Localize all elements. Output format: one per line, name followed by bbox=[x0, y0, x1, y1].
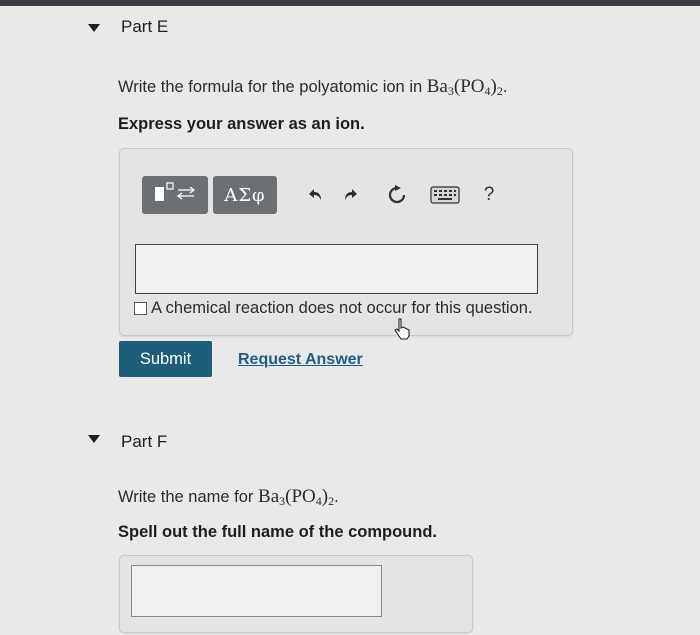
collapse-caret-icon-part-e[interactable] bbox=[88, 24, 100, 32]
no-reaction-checkbox-row[interactable]: A chemical reaction does not occur for t… bbox=[134, 299, 533, 318]
question-text: Write the name for bbox=[118, 488, 259, 506]
mouse-cursor-icon bbox=[392, 317, 414, 346]
template-button[interactable] bbox=[142, 176, 208, 214]
undo-arrow-icon[interactable] bbox=[297, 176, 333, 214]
compound-name-input[interactable] bbox=[131, 565, 382, 617]
no-reaction-label: A chemical reaction does not occur for t… bbox=[151, 299, 533, 317]
request-answer-link[interactable]: Request Answer bbox=[238, 351, 363, 369]
math-toolbar: ΑΣφ ? bbox=[142, 176, 507, 214]
part-e-title: Part E bbox=[121, 17, 169, 36]
keyboard-icon[interactable] bbox=[425, 176, 465, 214]
collapse-caret-icon-part-f[interactable] bbox=[88, 435, 100, 443]
chemical-formula: Ba3(PO4)2 bbox=[258, 486, 335, 508]
part-e-question: Write the formula for the polyatomic ion… bbox=[118, 76, 508, 98]
chemical-formula: Ba3(PO4)2 bbox=[426, 76, 503, 98]
greek-symbols-button[interactable]: ΑΣφ bbox=[213, 176, 277, 214]
part-f-question: Write the name for Ba3(PO4)2. bbox=[118, 486, 339, 508]
part-f-instruction: Spell out the full name of the compound. bbox=[118, 523, 437, 541]
part-e-instruction: Express your answer as an ion. bbox=[118, 115, 365, 133]
part-f-title: Part F bbox=[121, 432, 168, 451]
question-text: Write the formula for the polyatomic ion… bbox=[118, 78, 427, 96]
help-button[interactable]: ? bbox=[471, 176, 507, 214]
redo-arrow-icon[interactable] bbox=[333, 176, 369, 214]
answer-input[interactable] bbox=[135, 244, 538, 294]
template-fraction-icon bbox=[152, 180, 198, 211]
no-reaction-checkbox[interactable] bbox=[134, 302, 147, 315]
page: Part E Write the formula for the polyato… bbox=[0, 0, 700, 635]
reset-icon[interactable] bbox=[379, 176, 415, 214]
submit-button[interactable]: Submit bbox=[119, 341, 212, 377]
top-bar bbox=[0, 0, 700, 6]
